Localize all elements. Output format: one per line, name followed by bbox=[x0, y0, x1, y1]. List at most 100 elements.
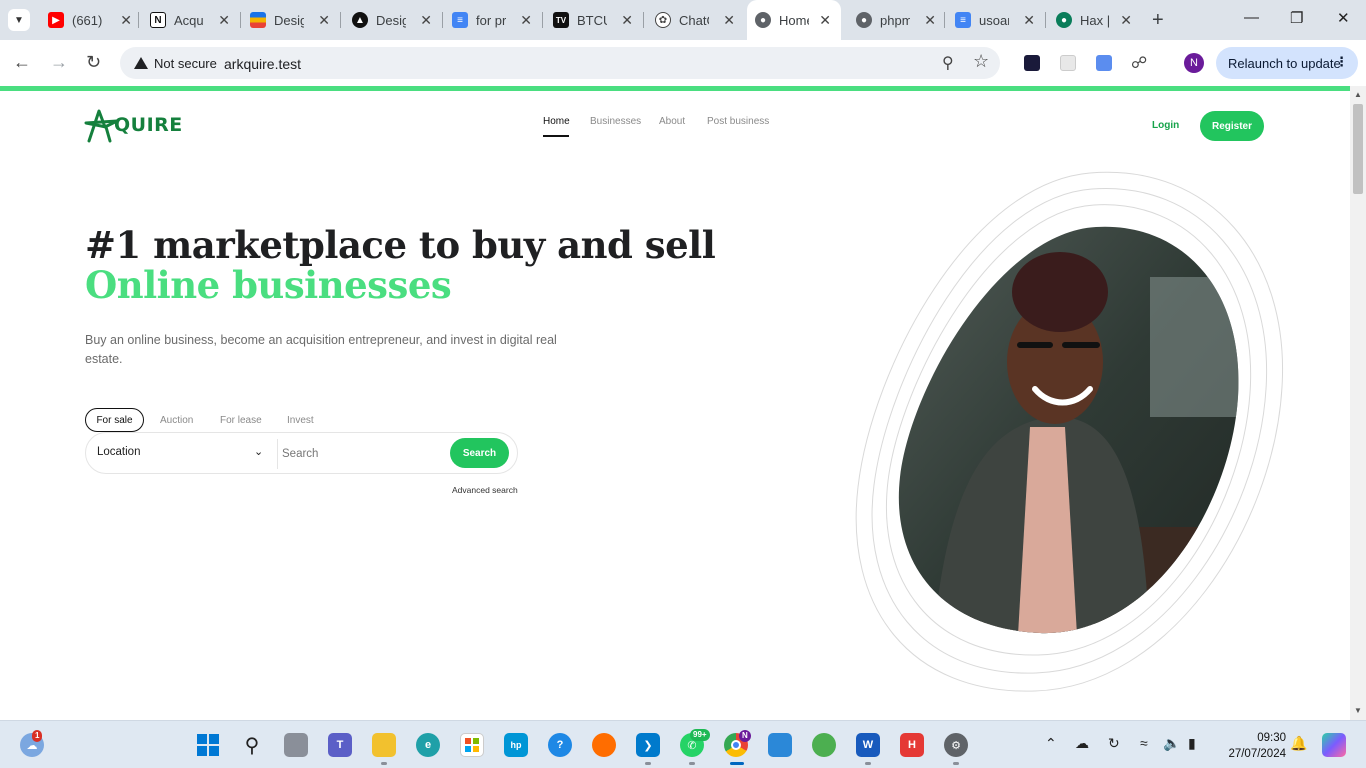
search-input[interactable] bbox=[282, 442, 442, 466]
browser-tab[interactable]: ● phpm ✕ bbox=[856, 6, 936, 34]
chevron-down-icon: ▼ bbox=[14, 14, 24, 26]
windows-start-icon[interactable] bbox=[196, 733, 220, 757]
tab-title: ChatG bbox=[679, 12, 709, 28]
scroll-down-arrow-icon[interactable]: ▼ bbox=[1354, 706, 1362, 715]
url-text[interactable]: arkquire.test bbox=[224, 56, 301, 72]
nav-link-post-business[interactable]: Post business bbox=[707, 116, 769, 127]
browser-tab[interactable]: N Acqui ✕ bbox=[150, 6, 230, 34]
browser-tab-active[interactable]: ● Home ✕ bbox=[747, 0, 841, 40]
tab-title: BTCUS bbox=[577, 12, 607, 28]
close-icon[interactable]: ✕ bbox=[120, 12, 132, 29]
browser-tab[interactable]: TV BTCUS ✕ bbox=[553, 6, 633, 34]
firefox-icon[interactable] bbox=[592, 733, 616, 757]
extensions-puzzle-icon[interactable]: ☍ bbox=[1131, 53, 1147, 73]
system-clock[interactable]: 09:30 27/07/2024 bbox=[1216, 730, 1286, 762]
page-scrollbar[interactable]: ▲ ▼ bbox=[1350, 86, 1366, 720]
nav-link-home[interactable]: Home bbox=[543, 116, 570, 127]
microsoft-store-icon[interactable] bbox=[460, 733, 484, 757]
close-icon[interactable]: ✕ bbox=[420, 12, 432, 29]
browser-tab[interactable]: ≡ for pr ✕ bbox=[452, 6, 532, 34]
myhp-icon[interactable]: hp bbox=[504, 733, 528, 757]
search-icon[interactable]: ⚲ bbox=[240, 733, 264, 757]
edge-icon[interactable]: e bbox=[416, 733, 440, 757]
advanced-search-link[interactable]: Advanced search bbox=[452, 485, 518, 495]
extension-k-icon[interactable] bbox=[1024, 55, 1040, 71]
bookmark-star-icon[interactable]: ☆ bbox=[973, 51, 989, 72]
nav-link-about[interactable]: About bbox=[659, 116, 685, 127]
whatsapp-unread-badge: 99+ bbox=[690, 729, 710, 741]
task-view-icon[interactable] bbox=[284, 733, 308, 757]
browser-tab-strip: ▼ ▶ (661) ✕ N Acqui ✕ Desig ✕ ▲ Desig ✕ … bbox=[0, 0, 1366, 40]
filter-tab-for-lease[interactable]: For lease bbox=[220, 408, 262, 432]
chevron-up-icon[interactable]: ⌃ bbox=[1045, 735, 1057, 752]
close-icon[interactable]: ✕ bbox=[621, 12, 633, 29]
chevron-down-icon[interactable]: ⌄ bbox=[254, 445, 263, 458]
browser-tab[interactable]: ▶ (661) ✕ bbox=[48, 6, 132, 34]
forward-arrow-icon[interactable]: → bbox=[50, 52, 68, 73]
close-icon[interactable]: ✕ bbox=[723, 12, 735, 29]
filter-tab-for-sale[interactable]: For sale bbox=[85, 408, 144, 432]
profile-avatar[interactable]: N bbox=[1184, 53, 1204, 73]
browser-tab[interactable]: Desig ✕ bbox=[250, 6, 330, 34]
filter-tab-invest[interactable]: Invest bbox=[287, 408, 314, 432]
window-close-icon[interactable]: ✕ bbox=[1337, 9, 1350, 27]
nav-link-businesses[interactable]: Businesses bbox=[590, 116, 641, 127]
globe-icon: ● bbox=[755, 12, 771, 28]
copilot-icon[interactable] bbox=[1322, 733, 1346, 757]
hax-app-icon[interactable]: H bbox=[900, 733, 924, 757]
reload-icon[interactable]: ↻ bbox=[86, 52, 101, 73]
site-logo[interactable]: QUIRE bbox=[84, 105, 183, 145]
browser-tab[interactable]: ✿ ChatG ✕ bbox=[655, 6, 735, 34]
wifi-icon[interactable]: ≈ bbox=[1140, 735, 1148, 751]
extension-grid-icon[interactable] bbox=[1060, 55, 1076, 71]
notification-bell-icon[interactable]: 🔔 bbox=[1290, 735, 1307, 752]
search-divider bbox=[277, 439, 278, 469]
minimize-icon[interactable]: — bbox=[1244, 9, 1259, 26]
close-icon[interactable]: ✕ bbox=[218, 12, 230, 29]
back-arrow-icon[interactable]: ← bbox=[13, 52, 31, 73]
extension-doc-icon[interactable] bbox=[1096, 55, 1112, 71]
design-icon bbox=[250, 12, 266, 28]
clock-date: 27/07/2024 bbox=[1228, 748, 1286, 760]
browser-tab[interactable]: ● Hax | ✕ bbox=[1056, 6, 1132, 34]
close-icon[interactable]: ✕ bbox=[1023, 12, 1035, 29]
close-icon[interactable]: ✕ bbox=[520, 12, 532, 29]
scrollbar-thumb[interactable] bbox=[1353, 104, 1363, 194]
nav-active-underline bbox=[543, 135, 569, 137]
vpn-app-icon[interactable] bbox=[812, 733, 836, 757]
browser-tab[interactable]: ▲ Desig ✕ bbox=[352, 6, 432, 34]
file-explorer-icon[interactable] bbox=[372, 733, 396, 757]
help-icon[interactable]: ? bbox=[548, 733, 572, 757]
battery-icon[interactable]: ▮ bbox=[1188, 735, 1196, 752]
scroll-up-arrow-icon[interactable]: ▲ bbox=[1354, 90, 1362, 99]
running-indicator bbox=[689, 762, 695, 765]
close-icon[interactable]: ✕ bbox=[819, 12, 831, 29]
chatgpt-icon: ✿ bbox=[655, 12, 671, 28]
settings-gear-icon[interactable]: ⚙ bbox=[944, 733, 968, 757]
zoom-magnifier-icon[interactable]: ⚲ bbox=[942, 53, 954, 73]
browser-tab[interactable]: ≡ usoar ✕ bbox=[955, 6, 1035, 34]
teams-icon[interactable]: T bbox=[328, 733, 352, 757]
business-search-bar: Location ⌄ Search bbox=[85, 432, 518, 474]
relaunch-update-button[interactable]: Relaunch to update ⋮ bbox=[1216, 47, 1358, 79]
filter-tab-auction[interactable]: Auction bbox=[160, 408, 193, 432]
onedrive-cloud-icon[interactable]: ☁ bbox=[1075, 735, 1089, 752]
photos-icon[interactable] bbox=[768, 733, 792, 757]
tab-title: for pr bbox=[476, 12, 506, 28]
volume-icon[interactable]: 🔈 bbox=[1163, 735, 1180, 752]
new-tab-plus-icon[interactable]: + bbox=[1152, 9, 1164, 32]
location-select[interactable]: Location bbox=[97, 446, 140, 458]
word-icon[interactable]: W bbox=[856, 733, 880, 757]
site-security-chip[interactable]: Not secure bbox=[128, 51, 227, 75]
login-link[interactable]: Login bbox=[1152, 120, 1179, 131]
sync-icon[interactable]: ↻ bbox=[1108, 735, 1120, 752]
more-vertical-icon[interactable]: ⋮ bbox=[1335, 54, 1348, 70]
vscode-icon[interactable]: ❯ bbox=[636, 733, 660, 757]
tab-search-menu-button[interactable]: ▼ bbox=[8, 9, 30, 31]
close-icon[interactable]: ✕ bbox=[1120, 12, 1132, 29]
register-button[interactable]: Register bbox=[1200, 111, 1264, 141]
close-icon[interactable]: ✕ bbox=[924, 12, 936, 29]
search-button[interactable]: Search bbox=[450, 438, 509, 468]
restore-icon[interactable]: ❐ bbox=[1290, 9, 1303, 27]
close-icon[interactable]: ✕ bbox=[318, 12, 330, 29]
